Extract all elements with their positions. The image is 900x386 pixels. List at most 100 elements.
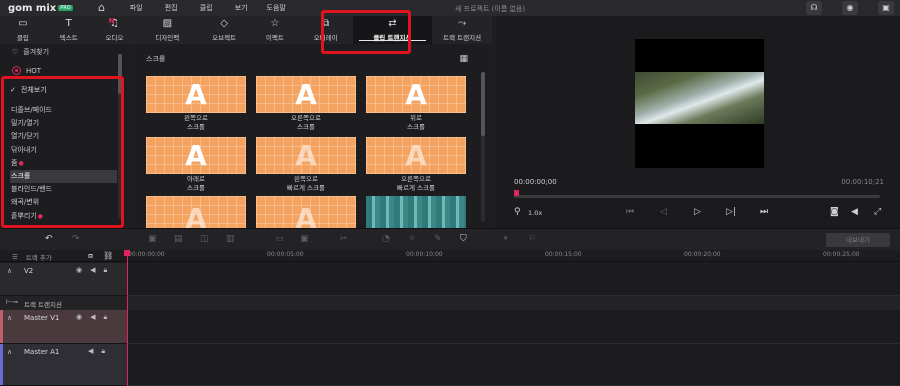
mute-icon[interactable]: ◀ — [90, 266, 95, 275]
category-item[interactable]: 블라인드/밴드 — [10, 183, 117, 196]
category-item[interactable]: 열기/닫기 — [10, 130, 117, 143]
track-header-master-v1[interactable]: ∧ Master V1 ◉ ◀ 🔒︎ — [0, 310, 127, 344]
home-icon[interactable]: ⌂ — [95, 2, 109, 14]
track-header-master-a1[interactable]: ∧ Master A1 ◀ 🔒︎ — [0, 344, 127, 386]
mute-icon[interactable]: ◀ — [88, 347, 93, 356]
tab-design-pack[interactable]: ▨ 디자인팩 — [137, 16, 197, 44]
cut-icon[interactable]: ✂ — [340, 234, 348, 244]
category-item[interactable]: 닦아내기 — [10, 144, 117, 157]
category-item[interactable]: 줌● — [10, 157, 117, 170]
menu-file[interactable]: 파일 — [119, 3, 154, 13]
chevron-up-icon[interactable]: ∧ — [7, 267, 12, 275]
menu-help[interactable]: 도움말 — [259, 3, 294, 13]
tab-overlay[interactable]: ⧉ 오버레이 — [299, 16, 353, 44]
tab-object[interactable]: ◇ 오브젝트 — [197, 16, 251, 44]
transition-thumb[interactable]: A — [366, 137, 466, 174]
redo-icon[interactable]: ↷ — [72, 234, 80, 244]
track-lane-master-a1[interactable] — [128, 344, 900, 386]
transition-label: 오른쪽으로 스크롤 — [291, 114, 321, 131]
next-clip-icon[interactable]: ⏭ — [760, 207, 768, 217]
magic-icon[interactable]: ✧ — [408, 234, 416, 244]
letter-a-graphic: A — [185, 139, 207, 172]
hot-item[interactable]: HOT — [12, 66, 41, 75]
transition-link-icon: ⊢⊸ — [6, 298, 18, 306]
link-icon[interactable]: ⛓ — [103, 251, 113, 261]
lock-icon[interactable]: 🔒︎ — [104, 313, 108, 322]
scrubber-handle[interactable] — [514, 190, 519, 196]
grid-view-icon[interactable]: ▦ — [459, 54, 468, 64]
tab-clip-transition[interactable]: ⇄ 클립 트랜지션 — [352, 16, 433, 44]
menu-edit[interactable]: 편집 — [154, 3, 189, 13]
timeline-ruler[interactable]: ☰ 트랙 추가 ⧈ ⛓ 00:00:00;00 00:00:05;00 00:0… — [0, 250, 900, 262]
tab-clip[interactable]: ▭ 클립 — [0, 16, 46, 44]
view-all-item[interactable]: ✓ 전체보기 — [10, 83, 117, 96]
chevron-up-icon[interactable]: ∧ — [7, 314, 12, 322]
gallery-scroll-thumb[interactable] — [481, 72, 485, 136]
undo-icon[interactable]: ↶ — [45, 234, 53, 244]
category-item[interactable]: 디졸브/페이드 — [10, 104, 117, 117]
clip-tool-icon[interactable]: ▤ — [174, 234, 183, 244]
chevron-up-icon[interactable]: ∧ — [7, 348, 12, 356]
tab-audio[interactable]: N ♫ 오디오 — [92, 16, 138, 44]
transition-thumb[interactable]: A — [146, 196, 246, 228]
playhead[interactable] — [127, 250, 128, 386]
menu-view[interactable]: 보기 — [224, 3, 259, 13]
add-clip-icon[interactable]: ▣ — [148, 234, 157, 244]
export-button[interactable]: 내보내기 — [826, 233, 890, 247]
transition-thumb[interactable]: A — [366, 76, 466, 113]
track-lane-master-v1[interactable] — [128, 310, 900, 344]
fullscreen-icon[interactable]: ⤢ — [874, 207, 881, 217]
tab-text[interactable]: T 텍스트 — [46, 16, 92, 44]
flag-icon[interactable]: ⚐ — [528, 234, 536, 244]
zoom-icon[interactable]: ⚲ — [514, 207, 521, 217]
pen-icon[interactable]: ✎ — [434, 234, 442, 244]
prev-frame-icon[interactable]: ◁ — [660, 207, 667, 217]
track-transition-row[interactable]: ⊢⊸ 트랙 트랜지션 — [0, 296, 900, 310]
split-tool-icon[interactable]: ◫ — [200, 234, 209, 244]
play-icon[interactable]: ▷ — [694, 207, 701, 217]
category-item[interactable]: 밀기/열기 — [10, 117, 117, 130]
track-lane-v2[interactable] — [128, 263, 900, 296]
mute-icon[interactable]: ◀ — [90, 313, 95, 322]
eye-icon[interactable]: ◉ — [76, 266, 82, 275]
marker-icon[interactable]: ⌖ — [503, 234, 508, 244]
category-panel: ♡ 즐겨찾기 HOT ✓ 전체보기 디졸브/페이드 밀기/열기 열기/닫기 닦아… — [0, 44, 127, 233]
transition-thumb[interactable] — [366, 196, 466, 228]
transition-thumb[interactable]: A — [146, 137, 246, 174]
tab-track-transition[interactable]: ⤳ 트랙 트랜지션 — [432, 16, 492, 44]
tab-effect[interactable]: ☆ 이펙트 — [251, 16, 299, 44]
prev-clip-icon[interactable]: ⏮ — [626, 207, 634, 217]
add-track[interactable]: ☰ 트랙 추가 — [12, 252, 52, 262]
category-item-selected[interactable]: 스크롤 — [10, 169, 117, 184]
transition-thumb[interactable]: A — [256, 137, 356, 174]
next-frame-icon[interactable]: ▷| — [726, 207, 736, 217]
save-icon[interactable]: ▣ — [878, 1, 894, 15]
lock-icon[interactable]: 🔒︎ — [104, 266, 108, 275]
overlay-tool-icon[interactable]: ▣ — [300, 234, 309, 244]
magnet-icon[interactable]: ⧈ — [88, 251, 93, 261]
group-tool-icon[interactable]: ▥ — [226, 234, 235, 244]
transition-gallery: 스크롤 ▦ A A A 왼쪽으로 스크롤 오른쪽으로 스크롤 위로 스크롤 A A A… — [137, 44, 492, 228]
shield-icon[interactable]: ⛉ — [460, 234, 467, 244]
snapshot-icon[interactable]: ◙ — [830, 207, 839, 217]
favorites-item[interactable]: ♡ 즐겨찾기 — [12, 47, 49, 57]
eye-icon[interactable]: ◉ — [76, 313, 82, 322]
track-name: V2 — [24, 267, 34, 275]
track-header-v2[interactable]: ∧ V2 ◉ ◀ 🔒︎ — [0, 263, 127, 296]
transition-thumb[interactable]: A — [146, 76, 246, 113]
category-item[interactable]: 왜곡/변위 — [10, 196, 117, 209]
transition-thumb[interactable]: A — [256, 196, 356, 228]
playhead-handle[interactable] — [124, 250, 130, 256]
ruler-tick: 00:00:10;00 — [406, 251, 443, 258]
preview-scrubber[interactable] — [514, 195, 880, 198]
transition-thumb[interactable]: A — [256, 76, 356, 113]
lock-icon[interactable]: 🔒︎ — [101, 347, 105, 356]
headset-icon[interactable]: ☊ — [806, 1, 822, 15]
speed-icon[interactable]: ◔ — [382, 234, 390, 244]
volume-icon[interactable]: ◀ — [851, 207, 858, 217]
menu-clip[interactable]: 클립 — [189, 3, 224, 13]
category-scroll-thumb[interactable] — [118, 54, 122, 94]
account-icon[interactable]: ◉ — [842, 1, 858, 15]
category-item[interactable]: 흩뿌리기● — [10, 210, 117, 223]
media-tool-icon[interactable]: ▭ — [275, 234, 284, 244]
